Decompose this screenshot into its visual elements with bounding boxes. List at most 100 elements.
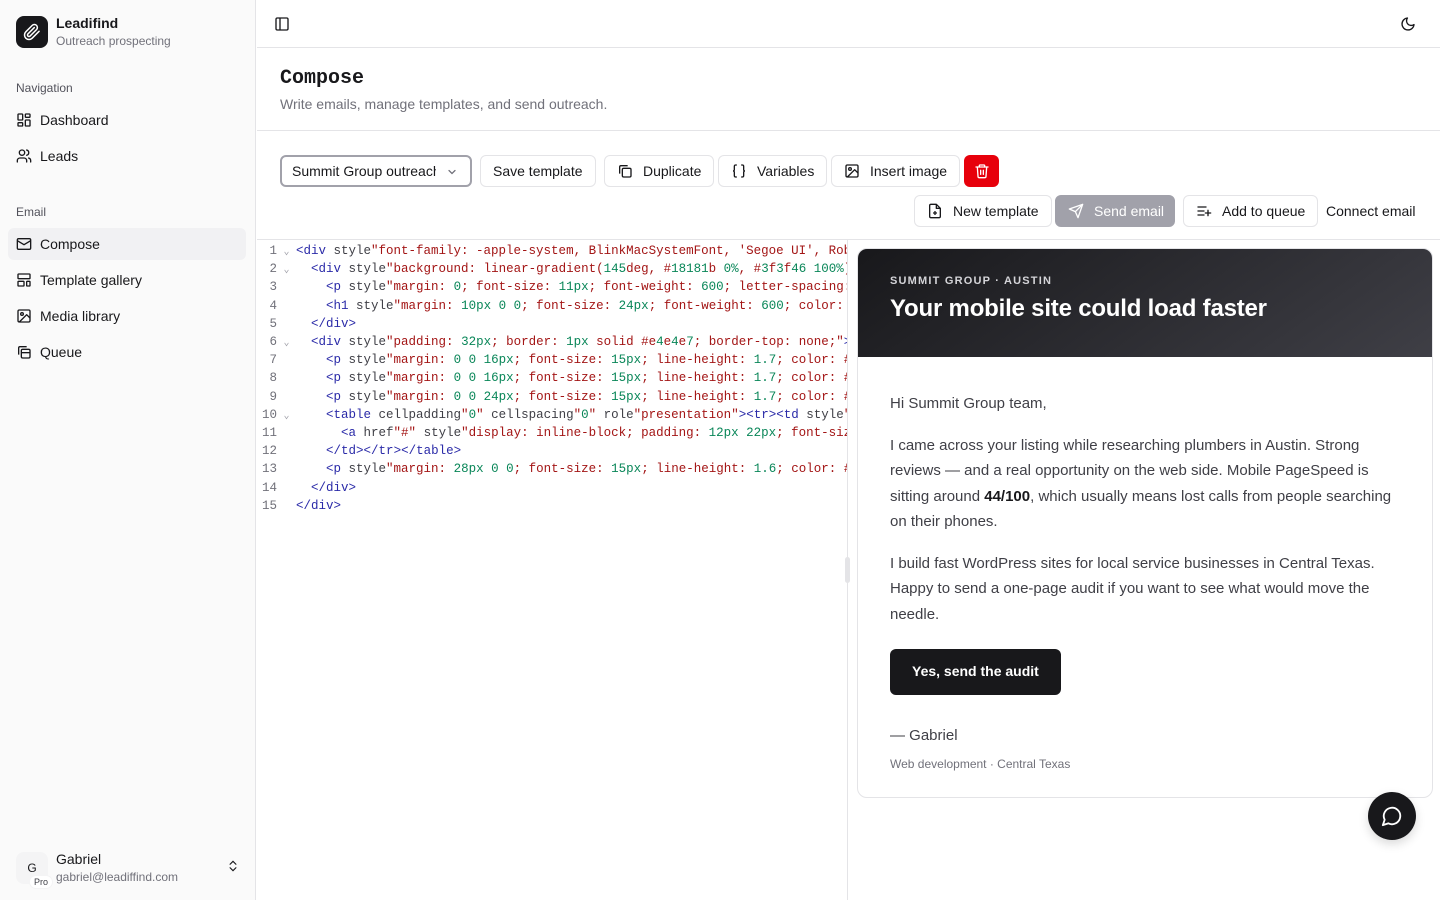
- code-line[interactable]: 11 <a href"#" style"display: inline-bloc…: [257, 424, 847, 442]
- fold-chevron-icon[interactable]: ⌄: [277, 262, 296, 278]
- delete-template-button[interactable]: [964, 155, 999, 187]
- new-template-button[interactable]: New template: [914, 195, 1052, 227]
- line-number: 12: [261, 444, 277, 459]
- list-plus-icon: [1197, 206, 1212, 217]
- code-text: <p style"margin: 28px 0 0; font-size: 15…: [326, 462, 848, 477]
- new-template-label: New template: [953, 203, 1039, 219]
- fold-chevron-icon[interactable]: ⌄: [277, 408, 296, 424]
- code-text: </div>: [311, 480, 357, 495]
- code-line[interactable]: 12 </td></tr></table>: [257, 442, 847, 460]
- pane-resize-handle[interactable]: [845, 557, 850, 583]
- sidebar-item-label: Dashboard: [40, 112, 109, 128]
- send-email-button[interactable]: Send email: [1055, 195, 1175, 227]
- code-line[interactable]: 5 </div>: [257, 315, 847, 333]
- moon-icon[interactable]: [1400, 16, 1416, 32]
- file-plus-icon: [929, 203, 941, 219]
- page-header: Compose Write emails, manage templates, …: [257, 48, 1440, 131]
- brand[interactable]: Leadifind Outreach prospecting: [16, 14, 171, 50]
- fold-chevron-icon[interactable]: ⌄: [277, 244, 296, 260]
- image-icon: [845, 164, 859, 178]
- chat-button[interactable]: [1368, 792, 1416, 840]
- sidebar-item-template-gallery[interactable]: Template gallery: [8, 264, 246, 296]
- connect-email-link[interactable]: Connect email: [1326, 203, 1416, 219]
- code-text: <div style"background: linear-gradient(1…: [311, 262, 847, 277]
- preview-paragraph-2: I build fast WordPress sites for local s…: [890, 554, 1375, 623]
- brand-name: Leadifind: [56, 15, 119, 31]
- variables-button[interactable]: Variables: [718, 155, 828, 187]
- code-line[interactable]: 7 <p style"margin: 0 0 16px; font-size: …: [257, 351, 847, 369]
- user-name: Gabriel: [56, 851, 102, 867]
- user-email: gabriel@leadiffind.com: [56, 870, 179, 884]
- fold-gutter: [277, 499, 296, 515]
- code-line[interactable]: 6 ⌄ <div style"padding: 32px; border: 1px…: [257, 333, 847, 351]
- code-line[interactable]: 4 <h1 style"margin: 10px 0 0; font-size:…: [257, 297, 847, 315]
- line-number: 9: [269, 389, 277, 404]
- sidebar-item-label: Leads: [40, 148, 79, 164]
- add-to-queue-label: Add to queue: [1222, 203, 1306, 219]
- code-text: <table cellpadding"0" cellspacing"0" rol…: [326, 407, 847, 422]
- paperclip-logo-icon: [16, 16, 48, 48]
- preview-cta-button[interactable]: Yes, send the audit: [890, 649, 1061, 695]
- code-line[interactable]: 15 </div>: [257, 497, 847, 515]
- sidebar-item-media-library[interactable]: Media library: [8, 300, 246, 332]
- avatar-initial: G: [27, 861, 37, 875]
- sidebar-item-label: Media library: [40, 308, 121, 324]
- line-number: 13: [261, 462, 277, 477]
- fold-gutter: [277, 426, 296, 442]
- duplicate-label: Duplicate: [643, 163, 702, 179]
- line-number: 3: [269, 280, 277, 295]
- code-text: <a href"#" style"display: inline-block; …: [341, 426, 847, 440]
- sidebar-item-leads[interactable]: Leads: [8, 140, 246, 172]
- send-icon: [1068, 203, 1084, 219]
- line-number: 14: [261, 480, 277, 495]
- preview-kicker: SUMMIT GROUP · AUSTIN: [890, 275, 1053, 287]
- template-select[interactable]: Summit Group outreach: [280, 155, 472, 187]
- fold-gutter: [277, 481, 296, 497]
- code-line[interactable]: 2 ⌄ <div style"background: linear-gradien…: [257, 260, 847, 278]
- sidebar-toggle-icon[interactable]: [274, 16, 290, 32]
- avatar: G Pro: [16, 852, 53, 888]
- code-line[interactable]: 9 <p style"margin: 0 0 24px; font-size: …: [257, 388, 847, 406]
- add-to-queue-button[interactable]: Add to queue: [1183, 195, 1319, 227]
- send-email-label: Send email: [1094, 203, 1165, 219]
- html-code-editor[interactable]: 1 ⌄ <div style"font-family: -apple-system,…: [257, 240, 848, 900]
- line-number: 7: [269, 353, 277, 368]
- fold-chevron-icon[interactable]: ⌄: [277, 335, 296, 351]
- line-number: 15: [261, 498, 277, 513]
- fold-gutter: [277, 317, 296, 333]
- code-line[interactable]: 3 <p style"margin: 0; font-size: 11px; f…: [257, 278, 847, 296]
- line-number: 8: [269, 371, 277, 386]
- fold-gutter: [277, 353, 296, 369]
- page-subtitle: Write emails, manage templates, and send…: [280, 96, 608, 112]
- preview-signoff-subtitle: Web development · Central Texas: [890, 757, 1071, 771]
- fold-gutter: [277, 444, 296, 460]
- preview-pagespeed-score: 44/100: [984, 487, 1031, 505]
- code-text: </div>: [311, 316, 357, 331]
- save-template-button[interactable]: Save template: [480, 155, 596, 187]
- code-line[interactable]: 14 </div>: [257, 479, 847, 497]
- code-line[interactable]: 1 ⌄ <div style"font-family: -apple-system,…: [257, 242, 847, 260]
- code-line[interactable]: 13 <p style"margin: 28px 0 0; font-size:…: [257, 460, 848, 478]
- plan-badge: Pro: [30, 876, 53, 888]
- sidebar-item-dashboard[interactable]: Dashboard: [8, 104, 246, 136]
- copy-icon: [619, 165, 632, 178]
- line-number: 1: [269, 244, 277, 258]
- code-text: <div style"padding: 32px; border: 1px so…: [311, 335, 847, 349]
- chevron-down-icon: [448, 169, 456, 175]
- sidebar-item-compose[interactable]: Compose: [8, 228, 246, 260]
- email-preview: SUMMIT GROUP · AUSTIN Your mobile site c…: [857, 248, 1433, 798]
- preview-hero: SUMMIT GROUP · AUSTIN Your mobile site c…: [858, 249, 1432, 357]
- duplicate-button[interactable]: Duplicate: [604, 155, 715, 187]
- image-icon: [17, 309, 31, 323]
- fold-gutter: [277, 390, 296, 406]
- user-menu[interactable]: G Pro Gabriel gabriel@leadiffind.com: [16, 850, 240, 888]
- insert-image-button[interactable]: Insert image: [831, 155, 961, 187]
- line-number: 10: [261, 407, 277, 422]
- message-circle-icon: [1381, 806, 1402, 827]
- chevrons-up-down-icon: [229, 860, 237, 872]
- sidebar-item-queue[interactable]: Queue: [8, 336, 246, 368]
- code-line[interactable]: 8 <p style"margin: 0 0 16px; font-size: …: [257, 369, 847, 387]
- code-line[interactable]: 10 ⌄ <table cellpadding"0" cellspacing"0"…: [257, 406, 847, 424]
- template-icon: [17, 273, 31, 287]
- fold-gutter: [277, 371, 296, 387]
